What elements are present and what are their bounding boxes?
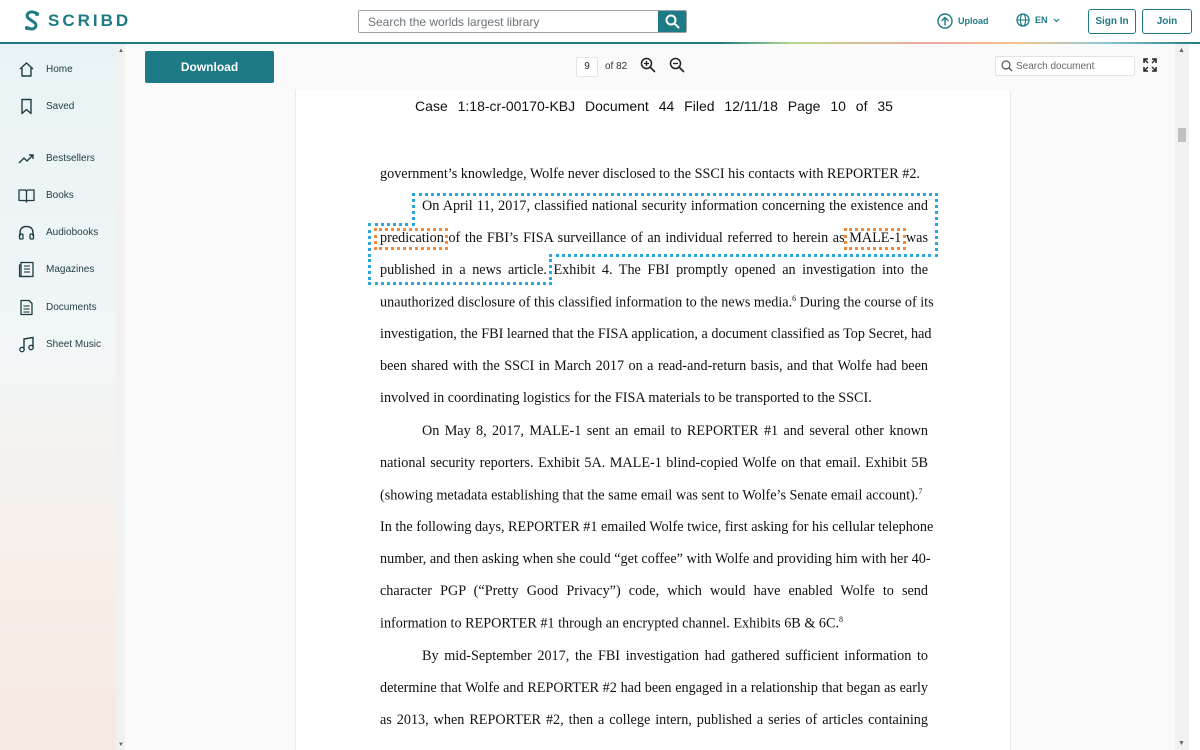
scribd-logo-icon (25, 10, 39, 31)
page-scrollbar-gutter (1189, 44, 1200, 750)
sidebar-item-magazines[interactable]: Magazines (0, 254, 116, 284)
document-scrollbar[interactable]: ▲ ▼ (1175, 44, 1189, 750)
document-text-line: published in a news article. Exhibit 4. … (380, 262, 928, 279)
scribd-logo[interactable]: SCRIBD (24, 10, 131, 32)
search-icon (665, 14, 679, 29)
sidebar-item-bestsellers[interactable]: Bestsellers (0, 143, 116, 173)
scroll-down-arrow-icon[interactable]: ▼ (1178, 740, 1185, 747)
document-text-fragment: information to REPORTER #1 through an en… (380, 615, 840, 632)
document-text-line: On April 11, 2017, classified national s… (422, 198, 928, 214)
upload-label: Upload (958, 16, 989, 26)
footnote-ref[interactable]: 7 (918, 487, 922, 496)
trending-icon (18, 153, 34, 163)
book-icon (18, 188, 35, 203)
sidebar-item-label: Books (46, 189, 74, 201)
sidebar-scrollbar[interactable]: ▲ ▼ (116, 44, 125, 750)
scroll-up-arrow-icon[interactable]: ▲ (1178, 47, 1185, 54)
document-text-line: government’s knowledge, Wolfe never disc… (380, 166, 920, 182)
sidebar: Home Saved Bestsellers Books Audiobooks (0, 44, 116, 750)
sidebar-item-label: Sheet Music (46, 338, 102, 350)
magazine-icon (18, 261, 34, 277)
headphones-icon (18, 225, 35, 240)
bookmark-icon (21, 98, 32, 114)
document-text-line: In the following days, REPORTER #1 email… (380, 519, 934, 535)
document-text-line: By mid-September 2017, the FBI investiga… (422, 648, 928, 664)
sidebar-item-audiobooks[interactable]: Audiobooks (0, 217, 116, 247)
highlight-predication[interactable]: predication (380, 230, 444, 246)
document-text-line: information to REPORTER #1 through an en… (380, 615, 928, 633)
sidebar-item-books[interactable]: Books (0, 180, 116, 210)
logo-text: SCRIBD (48, 11, 132, 30)
page-total: of 82 (605, 61, 628, 72)
chevron-down-icon (1053, 18, 1059, 22)
sidebar-item-sheet-music[interactable]: Sheet Music (0, 329, 116, 359)
document-text-fragment: (showing metadata establishing that the … (380, 487, 919, 504)
page-case-header: Case 1:18-cr-00170-KBJ Document 44 Filed… (415, 98, 893, 114)
document-icon (20, 299, 33, 315)
document-text-fragment: published in a news article. (380, 262, 547, 278)
search-button[interactable] (658, 11, 686, 32)
sidebar-item-documents[interactable]: Documents (0, 292, 116, 322)
document-text-line: been shared with the SSCI in March 2017 … (380, 358, 928, 374)
scrollbar-thumb[interactable] (1178, 128, 1186, 142)
highlight-male-1[interactable]: MALE-1 (849, 230, 901, 246)
sign-in-button[interactable]: Sign In (1088, 9, 1136, 34)
document-text-fragment: During the course of its (796, 294, 934, 311)
document-text-line: On May 8, 2017, MALE-1 sent an email to … (422, 423, 928, 439)
join-button[interactable]: Join (1142, 9, 1192, 34)
library-search (358, 10, 687, 33)
sidebar-item-home[interactable]: Home (0, 54, 116, 84)
sidebar-item-label: Bestsellers (46, 152, 95, 164)
document-text-line: national security reporters. Exhibit 5A.… (380, 455, 928, 471)
home-icon (19, 61, 34, 77)
document-text-fragment: was (901, 230, 928, 246)
document-text-line: involved in coordinating logistics for t… (380, 390, 872, 406)
document-text-line: determine that Wolfe and REPORTER #2 had… (380, 680, 928, 696)
footnote-ref[interactable]: 8 (839, 615, 843, 624)
document-search-input[interactable] (1014, 60, 1134, 72)
sidebar-item-label: Audiobooks (46, 226, 99, 238)
document-text-line: as 2013, when REPORTER #2, then a colleg… (380, 712, 928, 728)
library-search-input[interactable] (359, 11, 658, 32)
document-search (995, 56, 1135, 76)
search-icon (1001, 60, 1013, 72)
document-text-fragment: unauthorized disclosure of this classifi… (380, 294, 793, 311)
document-text-line: unauthorized disclosure of this classifi… (380, 294, 934, 312)
document-page: Case 1:18-cr-00170-KBJ Document 44 Filed… (295, 90, 1011, 750)
scroll-up-arrow-icon[interactable]: ▲ (118, 48, 124, 54)
download-button[interactable]: Download (145, 51, 274, 83)
sidebar-item-label: Documents (46, 301, 97, 313)
sidebar-item-label: Saved (46, 100, 75, 112)
page-number-input[interactable]: 9 (576, 57, 598, 77)
document-text-line: character PGP (“Pretty Good Privacy”) co… (380, 583, 928, 599)
sidebar-item-saved[interactable]: Saved (0, 91, 116, 121)
zoom-out-icon[interactable] (669, 57, 685, 73)
scroll-down-arrow-icon[interactable]: ▼ (118, 742, 124, 748)
top-navigation-bar: SCRIBD Upload EN Sign In Join (0, 0, 1200, 43)
document-text-line: investigation, the FBI learned that the … (380, 326, 932, 342)
globe-icon (1016, 13, 1030, 27)
fullscreen-icon[interactable] (1143, 58, 1157, 72)
upload-button[interactable]: Upload (937, 13, 989, 29)
document-text-line: (showing metadata establishing that the … (380, 487, 928, 505)
language-label: EN (1035, 15, 1048, 25)
zoom-in-icon[interactable] (640, 57, 656, 73)
document-text-fragment: of the FBI’s FISA surveillance of an ind… (443, 230, 850, 246)
upload-icon (937, 13, 953, 29)
document-text-line: number, and then asking when she could “… (380, 551, 931, 567)
sidebar-item-label: Home (46, 63, 73, 75)
language-selector[interactable]: EN (1016, 13, 1060, 27)
document-text-line: predication of the FBI’s FISA surveillan… (380, 230, 928, 247)
sidebar-item-label: Magazines (46, 263, 95, 275)
music-icon (19, 336, 34, 352)
document-text-fragment: Exhibit 4. The FBI promptly opened an in… (546, 262, 929, 278)
